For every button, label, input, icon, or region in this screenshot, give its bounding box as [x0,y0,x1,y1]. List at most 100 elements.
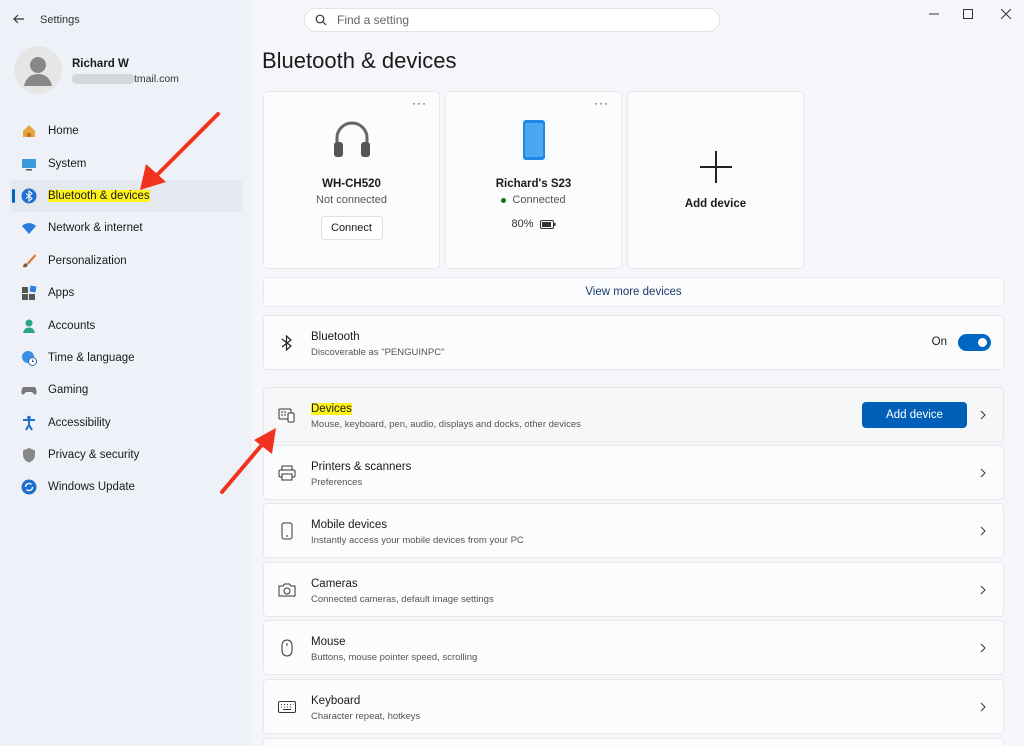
shield-icon [20,446,38,464]
sidebar-item-label: Home [48,125,79,138]
sidebar-item-personalization[interactable]: Personalization [10,245,242,277]
person-silhouette-icon [24,57,52,86]
sidebar-item-label: Personalization [48,254,127,267]
battery-icon [539,219,556,229]
search-input[interactable]: Find a setting [304,8,720,32]
mouse-icon [278,639,296,657]
row-title: Devices [311,403,352,415]
row-subtitle: Instantly access your mobile devices fro… [311,535,524,546]
search-placeholder: Find a setting [337,13,410,27]
title-bar: Settings Find a setting [0,0,1024,40]
row-subtitle: Mouse, keyboard, pen, audio, displays an… [311,419,581,430]
email-redaction [72,74,134,84]
maximize-icon [963,9,973,19]
page-title: Bluetooth & devices [262,48,457,73]
active-indicator [12,188,15,203]
settings-window: Settings Find a setting Richard W tmail.… [0,0,1024,746]
phone-icon [446,118,621,162]
sidebar-item-accounts[interactable]: Accounts [10,309,242,341]
chevron-right-icon [977,524,989,538]
sidebar-item-bluetooth[interactable]: Bluetooth & devices [10,179,242,213]
row-subtitle: Preferences [311,477,363,488]
connected-dot [501,197,507,203]
update-icon [20,478,38,496]
mobile-devices-row[interactable]: Mobile devices Instantly access your mob… [263,503,1004,558]
maximize-button[interactable] [954,4,982,24]
add-device-card[interactable]: Add device [627,91,804,269]
sidebar-item-privacy[interactable]: Privacy & security [10,439,242,471]
battery-indicator: 80% [446,218,621,230]
devices-row[interactable]: Devices Mouse, keyboard, pen, audio, dis… [263,387,1004,442]
person-icon [20,317,38,335]
close-icon [1001,9,1011,19]
row-subtitle: Buttons, mouse pointer speed, scrolling [311,652,478,663]
printer-icon [278,464,296,482]
system-icon [20,155,38,173]
sidebar-item-label: Windows Update [48,481,135,494]
printers-scanners-row[interactable]: Printers & scanners Preferences [263,445,1004,500]
row-subtitle: Discoverable as "PENGUINPC" [311,347,445,358]
gamepad-icon [20,381,38,399]
sidebar-item-time-language[interactable]: Time & language [10,342,242,374]
bluetooth-toggle[interactable] [958,334,991,351]
keyboard-row[interactable]: Keyboard Character repeat, hotkeys [263,679,1004,734]
row-title: Cameras [311,578,358,590]
minimize-button[interactable] [920,4,948,24]
apps-icon [20,284,38,302]
mouse-row[interactable]: Mouse Buttons, mouse pointer speed, scro… [263,620,1004,675]
sidebar-item-windows-update[interactable]: Windows Update [10,471,242,503]
back-button[interactable] [8,8,30,30]
sidebar-item-gaming[interactable]: Gaming [10,374,242,406]
close-button[interactable] [992,4,1020,24]
sidebar-item-network[interactable]: Network & internet [10,212,242,244]
chevron-right-icon [977,641,989,655]
camera-icon [278,581,296,599]
chevron-right-icon [977,466,989,480]
sidebar-item-label: Privacy & security [48,449,140,462]
sidebar-item-label: Gaming [48,384,89,397]
connect-button[interactable]: Connect [320,216,383,240]
device-card-headphones[interactable]: ··· WH-CH520 Not connected Connect [263,91,440,269]
plus-icon [628,150,803,184]
more-options-button[interactable]: ··· [594,96,609,110]
sidebar-item-label: Accounts [48,319,96,332]
chevron-right-icon [977,700,989,714]
sidebar-item-system[interactable]: System [10,147,242,179]
wifi-icon [20,219,38,237]
row-title: Bluetooth [311,331,360,343]
bluetooth-icon [278,334,296,352]
more-options-button[interactable]: ··· [412,96,427,110]
device-card-phone[interactable]: ··· Richard's S23 Connected 80% [445,91,622,269]
row-subtitle: Character repeat, hotkeys [311,711,421,722]
add-device-button[interactable]: Add device [862,402,967,428]
sidebar-item-label: Bluetooth & devices [48,189,150,202]
keyboard-icon [278,698,296,716]
sidebar-item-home[interactable]: Home [10,115,242,147]
add-device-label: Add device [684,198,747,210]
device-status: Not connected [316,194,387,206]
devices-icon [278,406,296,424]
sidebar-item-accessibility[interactable]: Accessibility [10,407,242,439]
mobile-icon [278,522,296,540]
device-status: Connected [446,194,621,206]
row-title: Mobile devices [311,519,388,531]
row-title-text: Devices [311,403,352,415]
user-name: Richard W [72,58,129,70]
sidebar-item-label: Apps [48,287,75,300]
sidebar-item-label: Time & language [48,351,135,364]
row-title: Keyboard [311,695,361,707]
home-icon [20,122,38,140]
cameras-row[interactable]: Cameras Connected cameras, default image… [263,562,1004,617]
row-title: Mouse [311,636,346,648]
row-title: Printers & scanners [311,461,412,473]
sidebar-item-apps[interactable]: Apps [10,277,242,309]
toggle-state-label: On [931,336,947,348]
battery-level: 80% [511,218,534,230]
device-name: WH-CH520 [322,178,381,190]
brush-icon [20,252,38,270]
user-email: tmail.com [134,73,179,85]
next-row-partial [263,738,1004,746]
search-icon [315,14,327,26]
avatar[interactable] [14,46,62,94]
view-more-devices-button[interactable]: View more devices [263,277,1004,307]
